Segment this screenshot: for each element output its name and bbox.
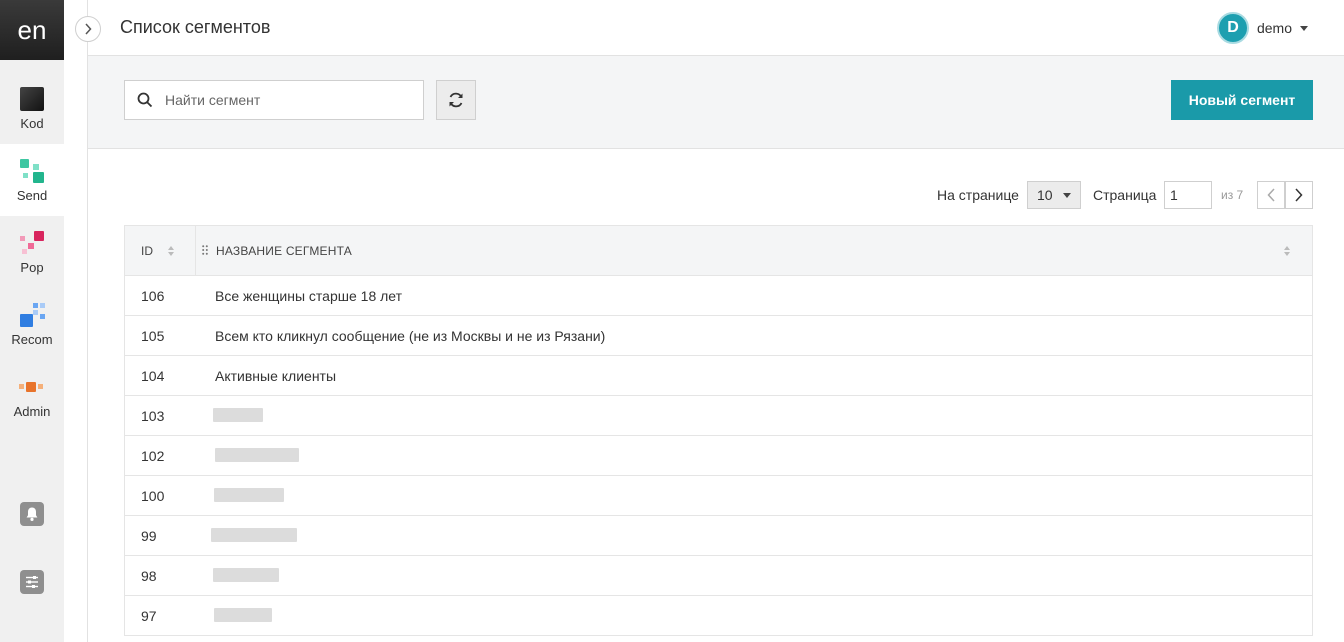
sidebar-item-pop[interactable]: Pop (0, 216, 64, 288)
table-row[interactable]: 104 Активные клиенты (125, 356, 1312, 396)
sidebar-item-kod[interactable]: Kod (0, 72, 64, 144)
segment-id: 106 (141, 288, 165, 304)
page-count: из 7 (1221, 188, 1244, 202)
segment-name[interactable]: Всем кто кликнул сообщение (не из Москвы… (215, 328, 605, 344)
segment-id: 98 (141, 568, 157, 584)
sort-icon[interactable] (167, 245, 175, 257)
table-row[interactable]: 102 (125, 436, 1312, 476)
table-header: ID НАЗВАНИЕ СЕГМЕНТА (125, 226, 1312, 276)
next-page-button[interactable] (1285, 181, 1313, 209)
table-row[interactable]: 99 (125, 516, 1312, 556)
redacted-name (213, 408, 263, 422)
recom-icon (19, 302, 45, 328)
per-page-label: На странице (937, 187, 1019, 203)
column-header-name[interactable]: НАЗВАНИЕ СЕГМЕНТА (216, 244, 352, 258)
pop-icon (19, 230, 45, 256)
caret-down-icon (1062, 192, 1071, 198)
kod-icon (19, 86, 45, 112)
caret-down-icon[interactable] (1300, 25, 1308, 31)
refresh-button[interactable] (436, 80, 476, 120)
chevron-right-icon (85, 23, 92, 35)
column-separator (195, 226, 196, 275)
toolbar: Новый сегмент (88, 56, 1344, 149)
segment-id: 105 (141, 328, 165, 344)
sidebar-item-label: Send (16, 188, 48, 203)
app-logo[interactable]: en (0, 0, 64, 60)
sidebar-item-label: Admin (13, 404, 51, 419)
segment-id: 102 (141, 448, 165, 464)
search-box[interactable] (124, 80, 424, 120)
search-input[interactable] (165, 92, 405, 108)
sidebar-item-label: Pop (20, 260, 44, 275)
sidebar-item-send[interactable]: Send (0, 144, 64, 216)
segment-id: 99 (141, 528, 157, 544)
sidebar-item-label: Kod (20, 116, 44, 131)
segment-id: 97 (141, 608, 157, 624)
chevron-left-icon (1267, 188, 1275, 202)
admin-icon (19, 374, 45, 400)
page-label: Страница (1093, 187, 1157, 203)
segment-name[interactable]: Активные клиенты (215, 368, 336, 384)
segments-table: ID НАЗВАНИЕ СЕГМЕНТА 106 Все женщины ста… (124, 225, 1313, 636)
user-menu[interactable]: D demo (1216, 12, 1308, 44)
app-sidebar: en Kod Send Pop Recom Admin (0, 0, 64, 642)
sidebar-item-admin[interactable]: Admin (0, 360, 64, 432)
bell-icon[interactable] (20, 502, 44, 526)
table-row[interactable]: 98 (125, 556, 1312, 596)
refresh-icon (449, 92, 463, 108)
per-page-select[interactable]: 10 (1027, 181, 1081, 209)
sort-icon[interactable] (1283, 245, 1291, 257)
table-row[interactable]: 105 Всем кто кликнул сообщение (не из Мо… (125, 316, 1312, 356)
pagination: На странице 10 Страница из 7 (88, 180, 1313, 210)
table-row[interactable]: 106 Все женщины старше 18 лет (125, 276, 1312, 316)
table-row[interactable]: 100 (125, 476, 1312, 516)
table-row[interactable]: 97 (125, 596, 1312, 636)
sidebar-item-label: Recom (11, 332, 53, 347)
segment-id: 103 (141, 408, 165, 424)
page-number-input[interactable] (1164, 181, 1212, 209)
send-icon (19, 158, 45, 184)
user-name[interactable]: demo (1257, 20, 1292, 36)
table-row[interactable]: 103 (125, 396, 1312, 436)
per-page-value: 10 (1037, 187, 1053, 203)
drag-handle-icon[interactable] (202, 245, 208, 255)
redacted-name (213, 568, 279, 582)
segment-id: 100 (141, 488, 165, 504)
sidebar-toggle-button[interactable] (75, 16, 101, 42)
page-title: Список сегментов (120, 17, 271, 37)
redacted-name (215, 448, 299, 462)
sidebar-item-recom[interactable]: Recom (0, 288, 64, 360)
new-segment-button[interactable]: Новый сегмент (1171, 80, 1313, 120)
redacted-name (214, 608, 272, 622)
prev-page-button[interactable] (1257, 181, 1285, 209)
avatar[interactable]: D (1216, 12, 1249, 44)
column-header-id[interactable]: ID (141, 244, 153, 258)
chevron-right-icon (1295, 188, 1303, 202)
segment-id: 104 (141, 368, 165, 384)
page-header: Список сегментов D demo (88, 0, 1344, 56)
sidebar-gap (64, 0, 88, 642)
search-icon (137, 92, 153, 108)
redacted-name (211, 528, 297, 542)
redacted-name (214, 488, 284, 502)
sliders-icon[interactable] (20, 570, 44, 594)
segment-name[interactable]: Все женщины старше 18 лет (215, 288, 402, 304)
